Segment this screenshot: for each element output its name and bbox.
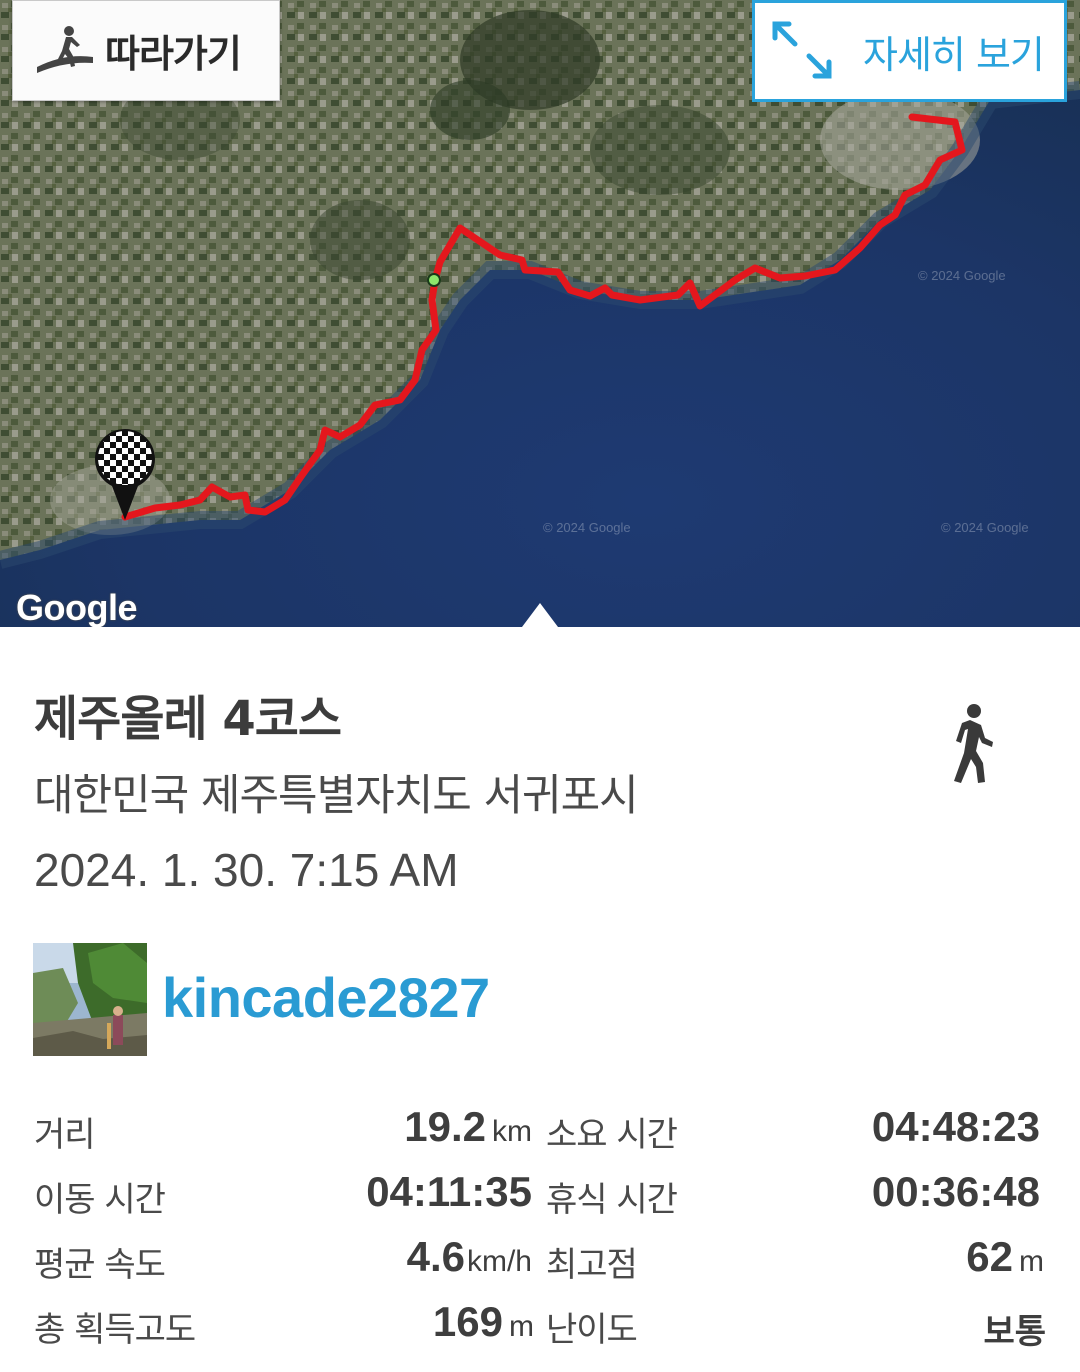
moving-time-label: 이동 시간 [34, 1180, 166, 1220]
route-map[interactable]: 따라가기 자세히 보기 © 2024 Google © 2024 Google … [0, 0, 1080, 627]
rest-time-value: 00:36:48 [871, 1168, 1040, 1215]
moving-time-value: 04:11:35 [366, 1168, 532, 1215]
distance-label: 거리 [34, 1115, 96, 1155]
total-time-label: 소요 시간 [546, 1115, 678, 1155]
total-ascent-label: 총 획득고도 [34, 1310, 196, 1350]
user-avatar[interactable] [33, 943, 147, 1056]
map-copyright: © 2024 Google [918, 268, 1006, 283]
expand-arrows-icon [767, 14, 837, 88]
follow-button-label: 따라가기 [105, 32, 242, 76]
activity-datetime: 2024. 1. 30. 7:15 AM [34, 844, 459, 896]
avg-speed-value: 4.6km/h [406, 1233, 532, 1280]
activity-info-card: 제주올레 4코스 대한민국 제주특별자치도 서귀포시 2024. 1. 30. … [0, 627, 1080, 1372]
walking-person-icon [948, 703, 994, 791]
difficulty-value: 보통 [983, 1312, 1046, 1352]
total-ascent-value: 169 m [432, 1298, 534, 1345]
rest-time-label: 휴식 시간 [546, 1180, 678, 1220]
hiker-icon [35, 23, 95, 79]
route-start-marker [427, 273, 441, 287]
total-time-value: 04:48:23 [871, 1103, 1040, 1150]
difficulty-label: 난이도 [546, 1310, 638, 1350]
avg-speed-label: 평균 속도 [34, 1245, 166, 1285]
max-elevation-label: 최고점 [546, 1245, 638, 1285]
finish-flag-icon [92, 424, 158, 528]
max-elevation-value: 62 m [966, 1233, 1044, 1280]
google-logo: Google [16, 587, 138, 627]
map-copyright: © 2024 Google [543, 520, 631, 535]
info-card-pointer [522, 603, 558, 627]
activity-location: 대한민국 제주특별자치도 서귀포시 [34, 771, 639, 821]
username-link[interactable]: kincade2827 [162, 965, 490, 1030]
follow-button[interactable]: 따라가기 [12, 0, 280, 101]
view-details-button[interactable]: 자세히 보기 [752, 0, 1067, 102]
activity-title: 제주올레 4코스 [34, 691, 342, 747]
map-copyright: © 2024 Google [941, 520, 1029, 535]
distance-value: 19.2 km [404, 1103, 532, 1150]
view-details-label: 자세히 보기 [863, 32, 1045, 77]
